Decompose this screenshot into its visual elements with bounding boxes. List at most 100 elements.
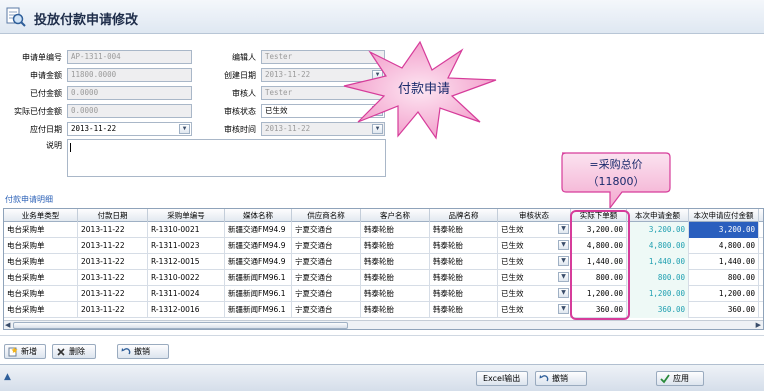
cell-brand[interactable]: 韩泰轮胎 [430,286,498,302]
cell-po-no[interactable]: R-1310-0021 [148,222,225,238]
column-header-request-amount[interactable]: 本次申请金额 [627,209,689,222]
cell-type[interactable]: 电台采购单 [4,286,78,302]
cell-request-payable[interactable]: 800.00 [689,270,759,286]
cell-customer[interactable]: 韩泰轮胎 [361,254,430,270]
cell-status[interactable]: 已生效 ▼ [498,254,571,270]
table-row[interactable]: 电台采购单 2013-11-22 R-1311-0023 新疆交通FM94.9 宁夏交通… [4,238,763,254]
cell-supplier[interactable]: 宁夏交通台 [292,238,361,254]
bottom-undo-button[interactable]: 撤销 [535,371,587,386]
cell-brand[interactable]: 韩泰轮胎 [430,254,498,270]
cell-status[interactable]: 已生效 ▼ [498,222,571,238]
application-no-field[interactable]: AP-1311-004 [67,50,192,64]
column-header-brand[interactable]: 品牌名称 [430,209,498,222]
cell-po-no[interactable]: R-1311-0024 [148,286,225,302]
table-row[interactable]: 电台采购单 2013-11-22 R-1311-0024 新疆新闻FM96.1 宁夏交通… [4,286,763,302]
scroll-left-icon[interactable]: ◀ [5,321,10,329]
column-header-request-payable[interactable]: 本次申请应付金额 [689,209,759,222]
remark-textarea[interactable] [67,139,386,177]
column-header-status[interactable]: 审核状态 [498,209,571,222]
cell-supplier[interactable]: 宁夏交通台 [292,302,361,318]
chevron-down-icon[interactable]: ▼ [558,256,569,266]
cell-supplier[interactable]: 宁夏交通台 [292,270,361,286]
cell-type[interactable]: 电台采购单 [4,270,78,286]
add-button[interactable]: 新增 [4,344,46,359]
cell-status[interactable]: 已生效 ▼ [498,302,571,318]
cell-brand[interactable]: 韩泰轮胎 [430,270,498,286]
cell-request-amount[interactable]: 1,200.00 [627,286,689,302]
undo-button[interactable]: 撤销 [117,344,169,359]
column-header-supplier[interactable]: 供应商名称 [292,209,361,222]
cell-request-payable[interactable]: 1,440.00 [689,254,759,270]
cell-pay-date[interactable]: 2013-11-22 [78,302,148,318]
actual-paid-field[interactable]: 0.0000 [67,104,192,118]
excel-export-button[interactable]: Excel输出 [476,371,528,386]
column-header-type[interactable]: 业务单类型 [4,209,78,222]
column-header-media[interactable]: 媒体名称 [225,209,292,222]
cell-pay-date[interactable]: 2013-11-22 [78,238,148,254]
cell-customer[interactable]: 韩泰轮胎 [361,286,430,302]
apply-amount-field[interactable]: 11800.0000 [67,68,192,82]
delete-button[interactable]: 删除 [52,344,96,359]
cell-customer[interactable]: 韩泰轮胎 [361,238,430,254]
cell-media[interactable]: 新疆新闻FM96.1 [225,270,292,286]
cell-type[interactable]: 电台采购单 [4,222,78,238]
column-header-pay-date[interactable]: 付款日期 [78,209,148,222]
cell-request-amount[interactable]: 360.00 [627,302,689,318]
cell-request-amount[interactable]: 800.00 [627,270,689,286]
cell-brand[interactable]: 韩泰轮胎 [430,238,498,254]
table-row[interactable]: 电台采购单 2013-11-22 R-1312-0015 新疆交通FM94.9 宁夏交通… [4,254,763,270]
cell-brand[interactable]: 韩泰轮胎 [430,302,498,318]
cell-customer[interactable]: 韩泰轮胎 [361,270,430,286]
cell-media[interactable]: 新疆新闻FM96.1 [225,302,292,318]
cell-po-no[interactable]: R-1311-0023 [148,238,225,254]
cell-request-amount[interactable]: 3,200.00 [627,222,689,238]
cell-media[interactable]: 新疆新闻FM96.1 [225,286,292,302]
chevron-down-icon[interactable]: ▼ [558,304,569,314]
cell-customer[interactable]: 韩泰轮胎 [361,302,430,318]
cell-status[interactable]: 已生效 ▼ [498,270,571,286]
chevron-down-icon[interactable]: ▼ [179,124,190,134]
column-header-po-no[interactable]: 采购单编号 [148,209,225,222]
cell-request-amount[interactable]: 4,800.00 [627,238,689,254]
cell-status[interactable]: 已生效 ▼ [498,238,571,254]
cell-pay-date[interactable]: 2013-11-22 [78,254,148,270]
table-row[interactable]: 电台采购单 2013-11-22 R-1310-0021 新疆交通FM94.9 宁夏交通… [4,222,763,238]
chevron-down-icon[interactable]: ▼ [558,288,569,298]
apply-button[interactable]: 应用 [656,371,704,386]
pay-date-select[interactable]: 2013-11-22 ▼ [67,122,192,136]
cell-po-no[interactable]: R-1312-0016 [148,302,225,318]
cell-pay-date[interactable]: 2013-11-22 [78,270,148,286]
cell-status[interactable]: 已生效 ▼ [498,286,571,302]
scroll-thumb[interactable] [13,322,348,329]
cell-brand[interactable]: 韩泰轮胎 [430,222,498,238]
cell-customer[interactable]: 韩泰轮胎 [361,222,430,238]
cell-media[interactable]: 新疆交通FM94.9 [225,254,292,270]
table-row[interactable]: 电台采购单 2013-11-22 R-1310-0022 新疆新闻FM96.1 宁夏交通… [4,270,763,286]
table-row[interactable]: 电台采购单 2013-11-22 R-1312-0016 新疆新闻FM96.1 宁夏交通… [4,302,763,318]
cell-type[interactable]: 电台采购单 [4,238,78,254]
column-header-customer[interactable]: 客户名称 [361,209,430,222]
cell-po-no[interactable]: R-1312-0015 [148,254,225,270]
chevron-down-icon[interactable]: ▼ [558,272,569,282]
cell-supplier[interactable]: 宁夏交通台 [292,286,361,302]
expand-up-icon[interactable]: ▲ [4,372,14,382]
chevron-down-icon[interactable]: ▼ [558,224,569,234]
cell-request-payable[interactable]: 1,200.00 [689,286,759,302]
horizontal-scrollbar[interactable]: ◀ ▶ [4,320,763,329]
cell-request-payable[interactable]: 4,800.00 [689,238,759,254]
cell-media[interactable]: 新疆交通FM94.9 [225,238,292,254]
scroll-right-icon[interactable]: ▶ [756,321,761,329]
cell-request-amount[interactable]: 1,440.00 [627,254,689,270]
cell-type[interactable]: 电台采购单 [4,254,78,270]
cell-type[interactable]: 电台采购单 [4,302,78,318]
cell-pay-date[interactable]: 2013-11-22 [78,222,148,238]
cell-po-no[interactable]: R-1310-0022 [148,270,225,286]
cell-supplier[interactable]: 宁夏交通台 [292,222,361,238]
cell-request-payable[interactable]: 3,200.00 [689,222,759,238]
paid-amount-field[interactable]: 0.0000 [67,86,192,100]
cell-media[interactable]: 新疆交通FM94.9 [225,222,292,238]
cell-supplier[interactable]: 宁夏交通台 [292,254,361,270]
chevron-down-icon[interactable]: ▼ [558,240,569,250]
cell-request-payable[interactable]: 360.00 [689,302,759,318]
cell-pay-date[interactable]: 2013-11-22 [78,286,148,302]
